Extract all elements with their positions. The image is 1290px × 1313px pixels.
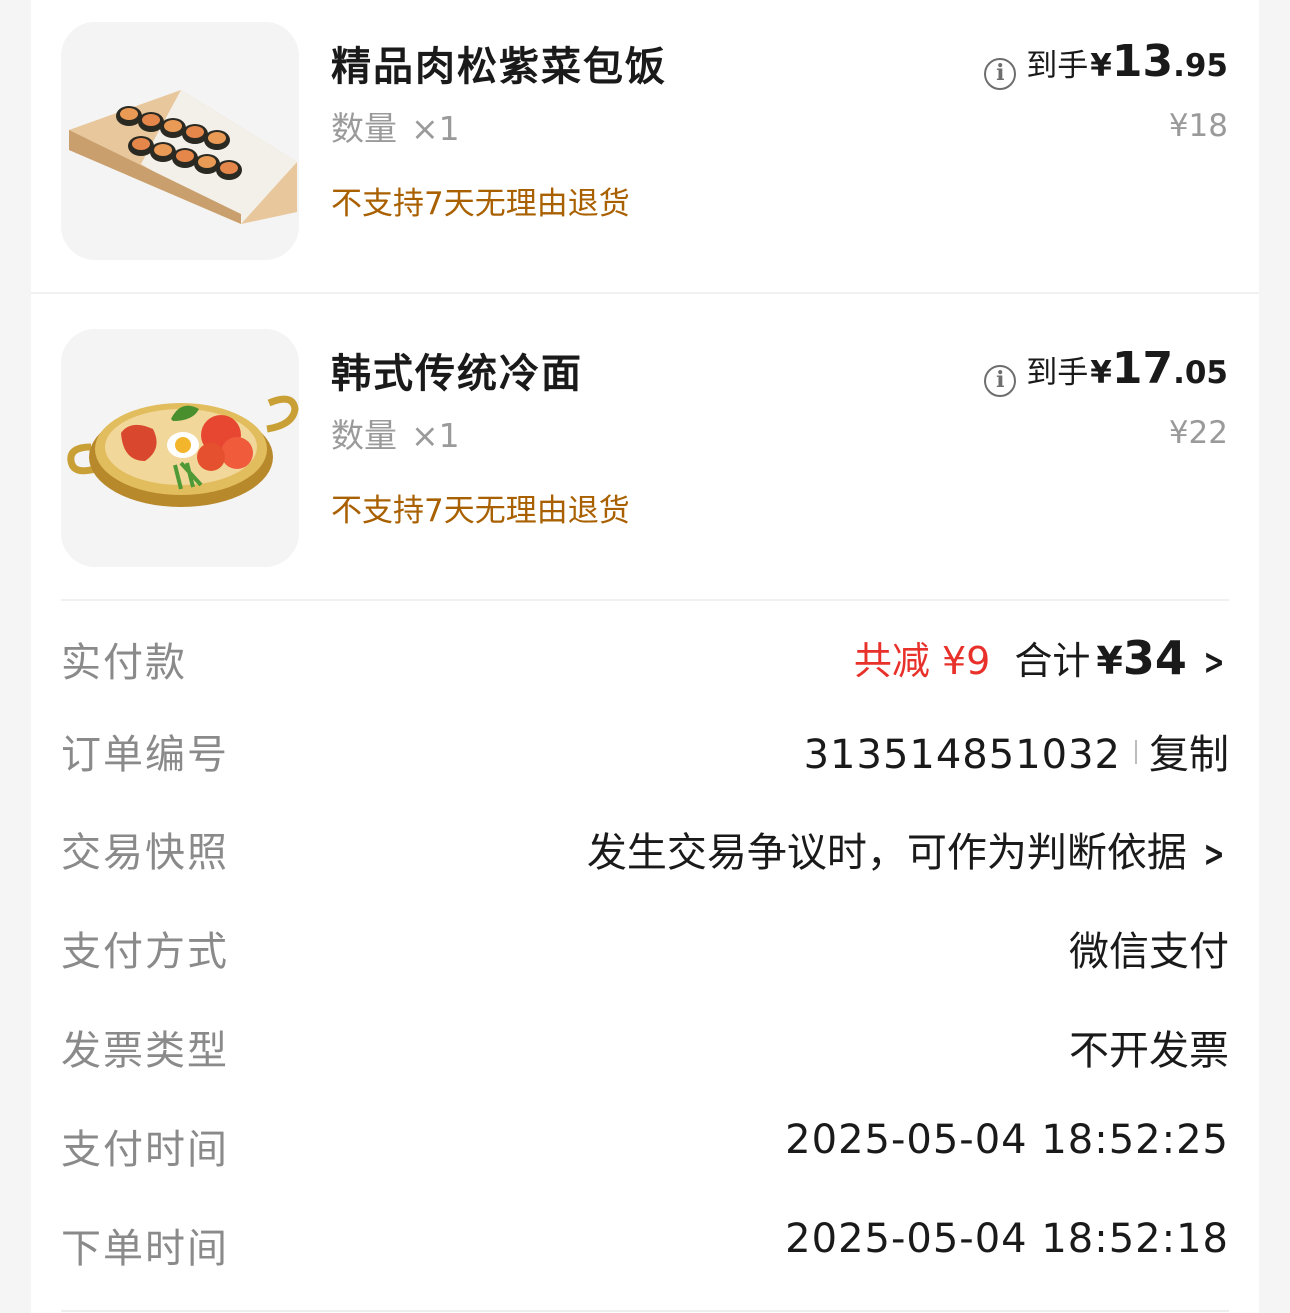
return-policy-note: 不支持7天无理由退货: [331, 493, 630, 529]
row-payment-method: 支付方式 微信支付: [61, 909, 1229, 975]
quantity-label: 数量: [331, 109, 397, 148]
paid-amount-label: 实付款: [61, 640, 187, 686]
copy-divider: [1135, 740, 1137, 764]
original-price: ¥22: [1168, 415, 1228, 451]
total-amount: 34: [1122, 631, 1187, 685]
row-trade-snapshot[interactable]: 交易快照 发生交易争议时，可作为判断依据 >: [61, 810, 1229, 876]
final-price-label: 到手: [1026, 48, 1089, 84]
trade-snapshot-value[interactable]: 发生交易争议时，可作为判断依据 >: [587, 820, 1229, 878]
quantity-label: 数量: [331, 416, 397, 455]
info-icon[interactable]: i: [984, 365, 1017, 397]
divider: [61, 1310, 1229, 1312]
product-quantity: 数量 ×1: [331, 102, 460, 150]
product-quantity: 数量 ×1: [331, 409, 460, 457]
invoice-type-value: 不开发票: [1069, 1028, 1229, 1074]
final-price: i 到手 ¥ 13 .95: [984, 36, 1228, 90]
product-thumbnail-kimbap[interactable]: [61, 22, 299, 260]
currency-symbol: ¥: [1096, 639, 1123, 683]
original-price: ¥18: [1168, 108, 1228, 144]
divider: [61, 599, 1229, 601]
paid-amount-value[interactable]: 共减 ¥9 合计 ¥ 34 >: [854, 630, 1229, 685]
total-label: 合计: [1014, 639, 1091, 683]
product-title[interactable]: 韩式传统冷面: [331, 341, 583, 399]
copy-button[interactable]: 复制: [1149, 722, 1229, 780]
row-invoice-type: 发票类型 不开发票: [61, 1008, 1229, 1074]
cold-noodles-illustration: [67, 395, 299, 507]
chevron-right-icon: >: [1203, 834, 1225, 875]
order-detail-card: 精品肉松紫菜包饭 数量 ×1 不支持7天无理由退货 i 到手 ¥ 13 .95 ¥…: [31, 0, 1259, 1313]
trade-snapshot-text: 发生交易争议时，可作为判断依据: [586, 830, 1187, 876]
final-price-integer: 17: [1111, 343, 1174, 394]
product-thumbnail-cold-noodles[interactable]: [61, 329, 299, 567]
final-price-integer: 13: [1111, 36, 1174, 87]
row-order-number: 订单编号 313514851032 复制: [61, 712, 1229, 778]
info-icon[interactable]: i: [984, 58, 1017, 90]
order-number-value: 313514851032 复制: [804, 722, 1229, 780]
quantity-value: ×1: [411, 416, 460, 455]
payment-method-value: 微信支付: [1069, 929, 1229, 975]
chevron-right-icon: >: [1203, 642, 1225, 683]
row-paid-amount[interactable]: 实付款 共减 ¥9 合计 ¥ 34 >: [61, 620, 1229, 686]
invoice-type-label: 发票类型: [61, 1028, 229, 1074]
product-item[interactable]: 韩式传统冷面 数量 ×1 不支持7天无理由退货 i 到手 ¥ 17 .05 ¥22: [31, 307, 1259, 599]
payment-method-label: 支付方式: [61, 929, 229, 975]
order-number-label: 订单编号: [61, 732, 229, 778]
final-price-label: 到手: [1026, 355, 1089, 391]
row-payment-time: 支付时间 2025-05-04 18:52:25: [61, 1107, 1229, 1173]
product-item[interactable]: 精品肉松紫菜包饭 数量 ×1 不支持7天无理由退货 i 到手 ¥ 13 .95 ¥…: [31, 0, 1259, 292]
discount-amount: 共减 ¥9: [853, 639, 991, 683]
currency-symbol: ¥: [1090, 48, 1112, 84]
currency-symbol: ¥: [1090, 355, 1112, 391]
order-number: 313514851032: [803, 732, 1121, 778]
divider: [31, 292, 1259, 294]
trade-snapshot-label: 交易快照: [61, 830, 229, 876]
final-price-decimal: .05: [1173, 355, 1228, 391]
order-time-value: 2025-05-04 18:52:18: [785, 1216, 1229, 1262]
order-time-label: 下单时间: [61, 1226, 229, 1272]
final-price-decimal: .95: [1173, 48, 1228, 84]
payment-time-value: 2025-05-04 18:52:25: [785, 1117, 1229, 1163]
quantity-value: ×1: [411, 109, 460, 148]
product-title[interactable]: 精品肉松紫菜包饭: [331, 34, 667, 92]
return-policy-note: 不支持7天无理由退货: [331, 186, 630, 222]
kimbap-illustration: [69, 90, 297, 224]
payment-time-label: 支付时间: [61, 1127, 229, 1173]
final-price: i 到手 ¥ 17 .05: [984, 343, 1228, 397]
row-order-time: 下单时间 2025-05-04 18:52:18: [61, 1206, 1229, 1272]
